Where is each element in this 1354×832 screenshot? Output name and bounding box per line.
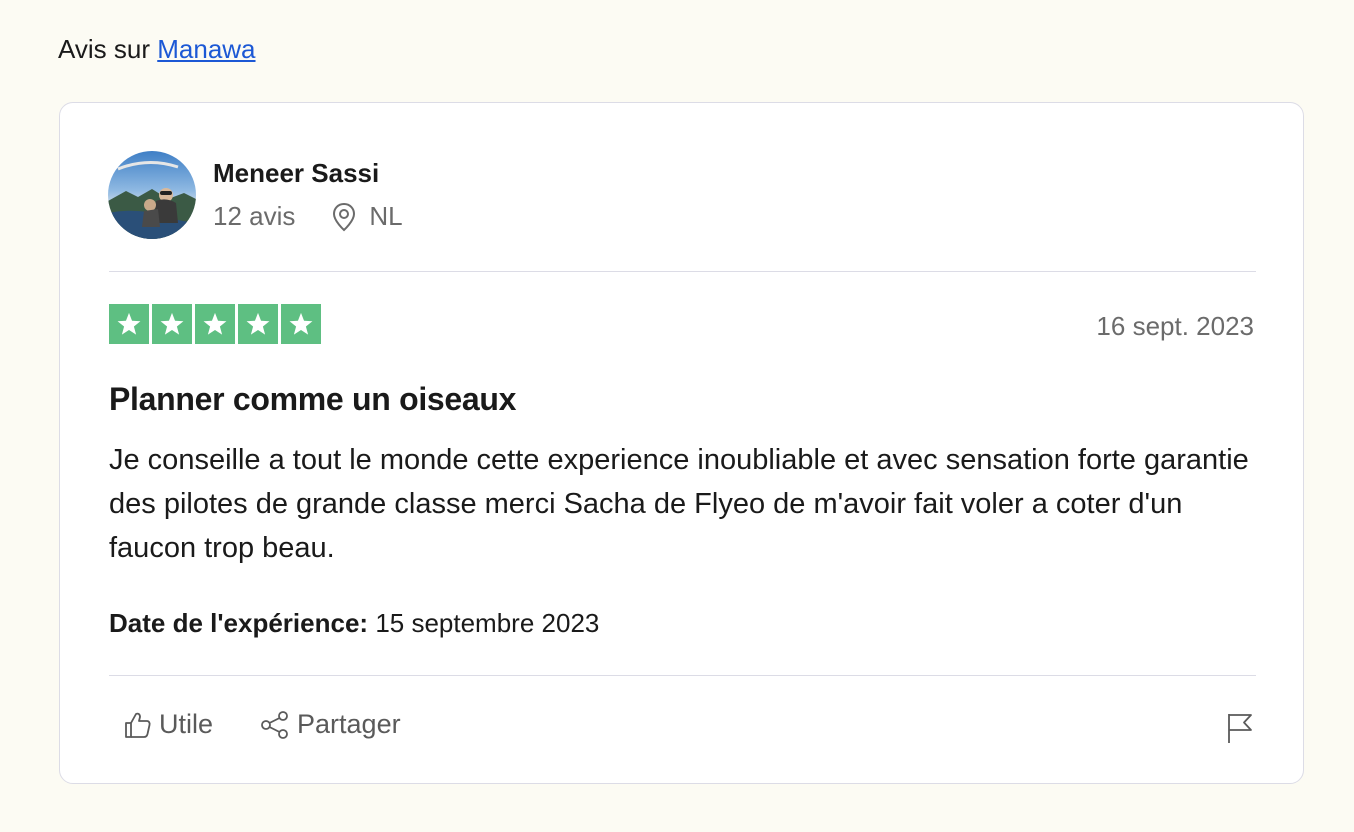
review-date: 16 sept. 2023 bbox=[1096, 311, 1254, 341]
star-icon bbox=[152, 304, 192, 344]
share-label: Partager bbox=[297, 709, 401, 739]
review-count: 12 avis bbox=[213, 201, 296, 231]
page-header: Avis sur Manawa bbox=[58, 34, 256, 65]
location-pin-icon bbox=[333, 202, 356, 231]
share-icon bbox=[261, 710, 288, 739]
reviewer-country: NL bbox=[369, 201, 403, 231]
avatar-image bbox=[108, 151, 196, 239]
star-rating bbox=[109, 304, 324, 344]
review-title: Planner comme un oiseaux bbox=[109, 381, 517, 417]
avatar[interactable] bbox=[108, 151, 196, 239]
review-card: Meneer Sassi 12 avis NL 16 sept. 2023 Pl… bbox=[59, 102, 1304, 784]
company-link[interactable]: Manawa bbox=[157, 34, 255, 64]
flag-icon bbox=[1228, 714, 1252, 743]
divider bbox=[109, 675, 1256, 676]
useful-label: Utile bbox=[159, 709, 214, 739]
experience-date-label: Date de l'expérience: bbox=[109, 608, 369, 638]
reviewer-location: NL bbox=[331, 201, 403, 232]
star-icon bbox=[195, 304, 235, 344]
divider bbox=[109, 271, 1256, 272]
star-icon bbox=[109, 304, 149, 344]
thumbs-up-icon bbox=[125, 712, 151, 738]
experience-date-value: 15 septembre 2023 bbox=[375, 608, 600, 638]
useful-button[interactable]: Utile bbox=[123, 709, 213, 740]
star-icon bbox=[281, 304, 321, 344]
experience-date: Date de l'expérience: 15 septembre 2023 bbox=[109, 608, 599, 639]
review-actions: Utile Partager bbox=[123, 709, 401, 740]
header-prefix: Avis sur bbox=[58, 34, 150, 64]
share-button[interactable]: Partager bbox=[259, 709, 401, 740]
reviewer-name[interactable]: Meneer Sassi bbox=[213, 158, 379, 189]
review-body: Je conseille a tout le monde cette exper… bbox=[109, 444, 1249, 564]
star-icon bbox=[238, 304, 278, 344]
reviewer-meta: 12 avis NL bbox=[213, 201, 403, 232]
report-button[interactable] bbox=[1225, 711, 1255, 750]
